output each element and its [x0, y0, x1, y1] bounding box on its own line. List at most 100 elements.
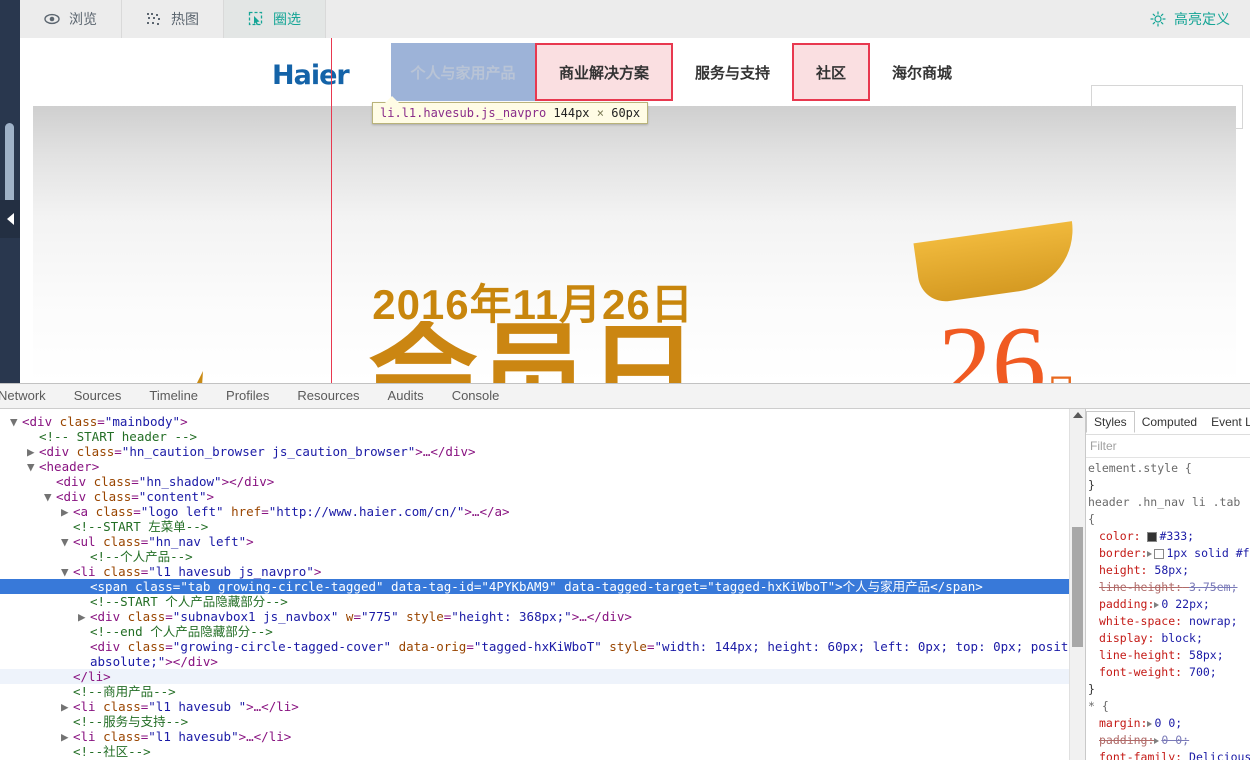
css-declaration[interactable]: padding: 0 22px; [1088, 596, 1250, 613]
highlight-definition-button[interactable]: 高亮定义 [1130, 0, 1250, 38]
css-declaration[interactable]: border: 1px solid #f; [1088, 545, 1250, 562]
styles-tab-styles[interactable]: Styles [1086, 411, 1135, 433]
devtools-tab-console[interactable]: Console [438, 384, 514, 408]
select-region-icon [248, 11, 264, 27]
dom-tree[interactable]: ▼ <div class="mainbody"> <!-- START header… [0, 409, 1085, 760]
dom-tree-line[interactable]: ▼ <ul class="hn_nav left"> [0, 534, 1085, 549]
dom-tree-line[interactable]: ▼ <li class="l1 havesub js_navpro"> [0, 564, 1085, 579]
dom-tree-line[interactable]: <!--社区--> [0, 744, 1085, 759]
color-swatch-icon[interactable] [1154, 548, 1165, 559]
dom-tree-line[interactable]: ▶ <div class="subnavbox1 js_navbox" w="77… [0, 609, 1085, 624]
dom-tree-line[interactable]: <!--个人产品--> [0, 549, 1085, 564]
css-declaration[interactable]: font-family: Delicious; [1088, 749, 1250, 760]
nav-item-community[interactable]: 社区 [792, 43, 871, 101]
chevron-right-icon[interactable]: ▶ [78, 609, 86, 624]
chevron-down-icon[interactable]: ▼ [61, 534, 69, 549]
dom-tree-line[interactable]: <!--服务与支持--> [0, 714, 1085, 729]
chevron-right-icon[interactable]: ▶ [61, 504, 69, 519]
dom-tree-line[interactable]: ▶ <li class="l1 havesub ">…</li> [0, 699, 1085, 714]
dom-tree-line[interactable]: <div class="growing-circle-tagged-cover"… [0, 639, 1085, 654]
dom-tree-line[interactable]: ▶ <div class="hn_caution_browser js_cauti… [0, 444, 1085, 459]
devtools-tab-audits[interactable]: Audits [374, 384, 438, 408]
css-selector[interactable]: header .hn_nav li .tab { [1088, 494, 1250, 528]
nav-item-mall[interactable]: 海尔商城 [870, 43, 974, 101]
expand-triangle-icon[interactable] [1147, 550, 1153, 557]
dom-scrollbar-thumb[interactable] [1072, 527, 1083, 647]
devtools-tab-profiles[interactable]: Profiles [212, 384, 283, 408]
css-declaration[interactable]: font-weight: 700; [1088, 664, 1250, 681]
chevron-down-icon[interactable]: ▼ [61, 564, 69, 579]
color-swatch-icon[interactable] [1147, 531, 1158, 542]
expand-triangle-icon[interactable] [1154, 601, 1160, 608]
css-declaration[interactable]: margin: 0 0; [1088, 715, 1250, 732]
highlight-definition-label: 高亮定义 [1174, 11, 1230, 27]
css-declaration[interactable]: line-height: 58px; [1088, 647, 1250, 664]
expand-triangle-icon[interactable] [1154, 737, 1160, 744]
css-value[interactable]: 3.75em; [1189, 580, 1237, 594]
dom-tree-line[interactable]: <!--START 左菜单--> [0, 519, 1085, 534]
chevron-right-icon[interactable]: ▶ [61, 699, 69, 714]
inspector-tooltip: li.l1.havesub.js_navpro 144px × 60px [372, 96, 649, 124]
nav-item-service-support[interactable]: 服务与支持 [673, 43, 792, 101]
chevron-right-icon[interactable]: ▶ [27, 444, 35, 459]
dom-tree-line[interactable]: <!--商用产品--> [0, 684, 1085, 699]
expand-triangle-icon[interactable] [1147, 720, 1153, 727]
toolbar-tab-heatmap[interactable]: 热图 [122, 0, 224, 38]
dom-tree-scrollbar[interactable] [1069, 409, 1085, 760]
chevron-down-icon[interactable]: ▼ [27, 459, 35, 474]
devtools-tab-resources[interactable]: Resources [283, 384, 373, 408]
dom-tree-line[interactable]: <div class="hn_shadow"></div> [0, 474, 1085, 489]
dom-line-content: <header> [39, 459, 100, 474]
devtools-tab-timeline[interactable]: Timeline [135, 384, 212, 408]
css-value[interactable]: 58px; [1154, 563, 1189, 577]
dom-tree-line[interactable]: <!-- START header --> [0, 429, 1085, 444]
devtools-tab-network[interactable]: Network [0, 384, 60, 408]
css-declaration[interactable]: color: #333; [1088, 528, 1250, 545]
toolbar-tab-region-select[interactable]: 圈选 [224, 0, 326, 38]
css-declaration[interactable]: height: 58px; [1088, 562, 1250, 579]
dom-tree-line[interactable]: ▼ <header> [0, 459, 1085, 474]
css-value[interactable]: nowrap; [1189, 614, 1237, 628]
styles-filter-input[interactable]: Filter [1086, 435, 1250, 458]
css-value[interactable]: block; [1161, 631, 1203, 645]
nav-item-personal-products[interactable]: 个人与家用产品 [391, 43, 535, 101]
css-value[interactable]: 0 0; [1154, 716, 1182, 730]
dom-tree-line[interactable]: </li> [0, 669, 1085, 684]
dom-tree-line[interactable]: <!--end 个人产品隐藏部分--> [0, 624, 1085, 639]
styles-tab-computed[interactable]: Computed [1135, 412, 1204, 432]
styles-tab-event-list[interactable]: Event List [1204, 412, 1250, 432]
styles-rule-list: element.style {} header .hn_nav li .tab {… [1086, 458, 1250, 760]
dom-tree-line[interactable]: <span class="tab growing-circle-tagged" … [0, 579, 1085, 594]
dom-tree-line[interactable]: ▶ <a class="logo left" href="http://www.h… [0, 504, 1085, 519]
css-declaration[interactable]: white-space: nowrap; [1088, 613, 1250, 630]
dom-tree-line[interactable]: <!--START 个人产品隐藏部分--> [0, 594, 1085, 609]
css-value[interactable]: 0 0; [1161, 733, 1189, 747]
scroll-up-icon[interactable] [1073, 412, 1083, 418]
collapse-panel-button[interactable] [0, 200, 20, 238]
chevron-down-icon[interactable]: ▼ [44, 489, 52, 504]
chevron-down-icon[interactable]: ▼ [10, 414, 18, 429]
css-value[interactable]: 1px solid #f; [1166, 546, 1250, 560]
nav-item-business-solutions[interactable]: 商业解决方案 [535, 43, 674, 101]
css-value[interactable]: 0 22px; [1161, 597, 1209, 611]
css-selector[interactable]: * { [1088, 698, 1250, 715]
css-declaration[interactable]: padding: 0 0; [1088, 732, 1250, 749]
css-declaration[interactable]: display: block; [1088, 630, 1250, 647]
dom-tree-line[interactable]: absolute;"></div> [0, 654, 1085, 669]
devtools-tab-sources[interactable]: Sources [60, 384, 136, 408]
dom-line-content: <div class="mainbody"> [22, 414, 188, 429]
chevron-left-icon [6, 213, 14, 225]
toolbar-tab-heatmap-label: 热图 [171, 11, 199, 27]
dom-tree-line[interactable]: ▼ <div class="content"> [0, 489, 1085, 504]
toolbar-tab-browse[interactable]: 浏览 [20, 0, 122, 38]
css-value[interactable]: 58px; [1189, 648, 1224, 662]
promo-banner: 2016年11月26日 会员日 26日 [33, 106, 1236, 383]
haier-logo[interactable]: Haier [272, 60, 350, 91]
dom-tree-line[interactable]: ▶ <li class="l1 havesub">…</li> [0, 729, 1085, 744]
css-selector[interactable]: element.style { [1088, 460, 1250, 477]
css-value[interactable]: 700; [1189, 665, 1217, 679]
css-declaration[interactable]: line-height: 3.75em; [1088, 579, 1250, 596]
css-value[interactable]: #333; [1159, 529, 1194, 543]
chevron-right-icon[interactable]: ▶ [61, 729, 69, 744]
dom-tree-line[interactable]: ▼ <div class="mainbody"> [0, 414, 1085, 429]
